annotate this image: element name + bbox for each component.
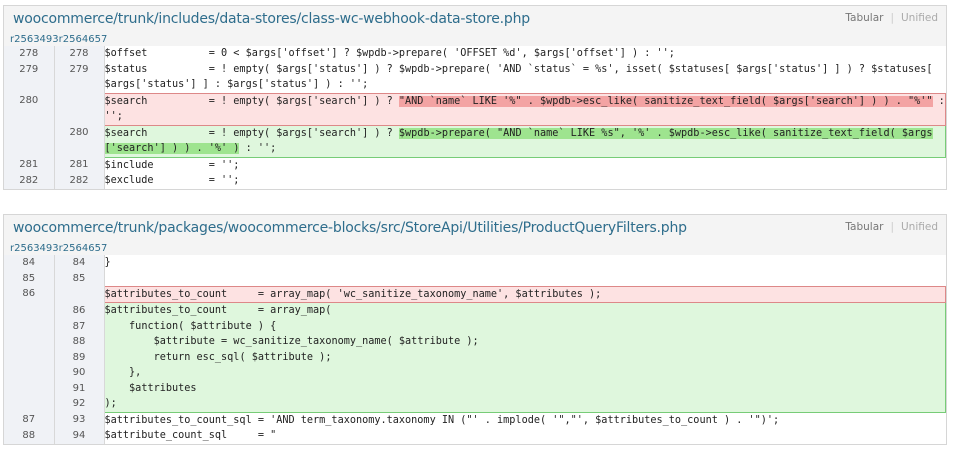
- new-line-number: 281: [54, 157, 105, 173]
- unified-view-button[interactable]: Unified: [901, 12, 938, 24]
- old-line-number: 282: [4, 173, 55, 189]
- view-toggle: Tabular | Unified: [845, 12, 938, 24]
- old-line-number: 280: [4, 93, 55, 125]
- context-line: 87 93 $attributes_to_count_sql = 'AND term…: [4, 412, 946, 428]
- code-line: $exclude = '';: [104, 173, 946, 189]
- context-line: 278 278 $offset = 0 < $args['offset'] ? $w…: [4, 46, 946, 62]
- unified-view-button[interactable]: Unified: [901, 221, 938, 233]
- tabular-view-button[interactable]: Tabular: [845, 221, 883, 233]
- added-line: 92);: [4, 396, 946, 413]
- code-line: $attributes_to_count = array_map( 'wc_sa…: [103, 285, 946, 303]
- old-line-number: [4, 380, 55, 396]
- old-line-number: [4, 365, 55, 381]
- deleted-line: 86 $attributes_to_count = array_map( 'wc_…: [4, 285, 946, 303]
- file-path-link[interactable]: woocommerce/trunk/includes/data-stores/c…: [13, 11, 530, 27]
- code-line: }: [104, 255, 946, 271]
- added-line: 88 $attribute = wc_sanitize_taxonomy_nam…: [4, 334, 946, 350]
- tabular-view-button[interactable]: Tabular: [845, 12, 883, 24]
- code-line: $include = '';: [104, 157, 946, 173]
- file-path-link[interactable]: woocommerce/trunk/packages/woocommerce-b…: [13, 220, 687, 236]
- context-line: 282 282 $exclude = '';: [4, 173, 946, 189]
- old-line-number: 85: [4, 270, 55, 286]
- new-line-number: 86: [54, 302, 105, 319]
- added-line: 90 },: [4, 365, 946, 381]
- old-line-number: 278: [4, 46, 55, 62]
- new-line-number: 92: [54, 396, 105, 412]
- new-line-number: 90: [54, 365, 105, 381]
- revision-row: r2563493r2564657: [4, 242, 946, 255]
- old-line-number: [4, 396, 55, 412]
- new-line-number: 84: [54, 255, 105, 271]
- code-line: function( $attribute ) {: [103, 318, 946, 334]
- old-line-number: 279: [4, 61, 55, 93]
- old-revision-link[interactable]: r2563493: [10, 243, 59, 254]
- new-line-number: 93: [54, 412, 105, 428]
- context-line: 281 281 $include = '';: [4, 157, 946, 173]
- new-line-number: 94: [54, 428, 105, 444]
- diff-block: woocommerce/trunk/packages/woocommerce-b…: [3, 214, 947, 445]
- diff-table: 84 84} 85 85 86 $attributes_to_count = array_…: [4, 255, 946, 444]
- new-line-number: 282: [54, 173, 105, 189]
- added-line: 280 $search = ! empty( $args['search'] ) …: [4, 124, 946, 158]
- diff-header: woocommerce/trunk/packages/woocommerce-b…: [4, 215, 946, 242]
- new-line-number: 87: [54, 318, 105, 334]
- code-line: [104, 270, 946, 286]
- diff-header: woocommerce/trunk/includes/data-stores/c…: [4, 6, 946, 33]
- code-line: $attributes: [103, 380, 946, 396]
- old-line-number: 87: [4, 412, 55, 428]
- view-toggle: Tabular | Unified: [845, 221, 938, 233]
- old-line-number: [4, 349, 55, 365]
- new-line-number: 85: [54, 270, 105, 286]
- new-line-number: 91: [54, 380, 105, 396]
- added-line: 91 $attributes: [4, 380, 946, 396]
- new-revision-link[interactable]: r2564657: [59, 243, 108, 254]
- added-line: 89 return esc_sql( $attribute );: [4, 349, 946, 365]
- code-line: $offset = 0 < $args['offset'] ? $wpdb->p…: [104, 46, 946, 62]
- code-line: $attributes_to_count = array_map(: [103, 302, 946, 319]
- context-line: 279 279 $status = ! empty( $args['status']…: [4, 61, 946, 93]
- changed-code-highlight: "AND `name` LIKE '%" . $wpdb->esc_like( …: [398, 95, 933, 107]
- old-line-number: [4, 302, 55, 319]
- new-line-number: [54, 286, 105, 303]
- code-line: return esc_sql( $attribute );: [103, 349, 946, 365]
- added-line: 86 $attributes_to_count = array_map(: [4, 302, 946, 319]
- context-line: 84 84}: [4, 255, 946, 271]
- code-text: $search = ! empty( $args['search'] ) ?: [104, 95, 399, 107]
- old-line-number: 281: [4, 157, 55, 173]
- deleted-line: 280 $search = ! empty( $args['search'] ) …: [4, 92, 946, 126]
- diff-block: woocommerce/trunk/includes/data-stores/c…: [3, 5, 947, 190]
- code-line: $attribute_count_sql = ": [104, 428, 946, 444]
- code-line: $search = ! empty( $args['search'] ) ? "…: [103, 92, 946, 126]
- new-line-number: 280: [54, 125, 105, 157]
- context-line: 88 94 $attribute_count_sql = ": [4, 428, 946, 444]
- code-line: );: [103, 396, 946, 413]
- new-line-number: 279: [54, 61, 105, 93]
- added-line: 87 function( $attribute ) {: [4, 318, 946, 334]
- old-line-number: [4, 318, 55, 334]
- old-line-number: 86: [4, 286, 55, 303]
- old-line-number: 84: [4, 255, 55, 271]
- diff-table: 278 278 $offset = 0 < $args['offset'] ? $w…: [4, 46, 946, 189]
- revision-row: r2563493r2564657: [4, 33, 946, 46]
- new-line-number: 89: [54, 349, 105, 365]
- old-line-number: [4, 125, 55, 157]
- old-line-number: 88: [4, 428, 55, 444]
- code-line: $attributes_to_count_sql = 'AND term_tax…: [104, 412, 946, 428]
- code-line: $status = ! empty( $args['status'] ) ? $…: [104, 61, 946, 93]
- old-revision-link[interactable]: r2563493: [10, 34, 59, 45]
- code-text: $search = ! empty( $args['search'] ) ?: [104, 127, 399, 139]
- code-text: : '';: [239, 143, 277, 154]
- context-line: 85 85: [4, 270, 946, 286]
- new-line-number: [54, 93, 105, 125]
- old-line-number: [4, 334, 55, 350]
- code-line: },: [103, 365, 946, 381]
- new-line-number: 278: [54, 46, 105, 62]
- code-line: $attribute = wc_sanitize_taxonomy_name( …: [103, 334, 946, 350]
- new-revision-link[interactable]: r2564657: [59, 34, 108, 45]
- new-line-number: 88: [54, 334, 105, 350]
- code-line: $search = ! empty( $args['search'] ) ? $…: [103, 124, 946, 158]
